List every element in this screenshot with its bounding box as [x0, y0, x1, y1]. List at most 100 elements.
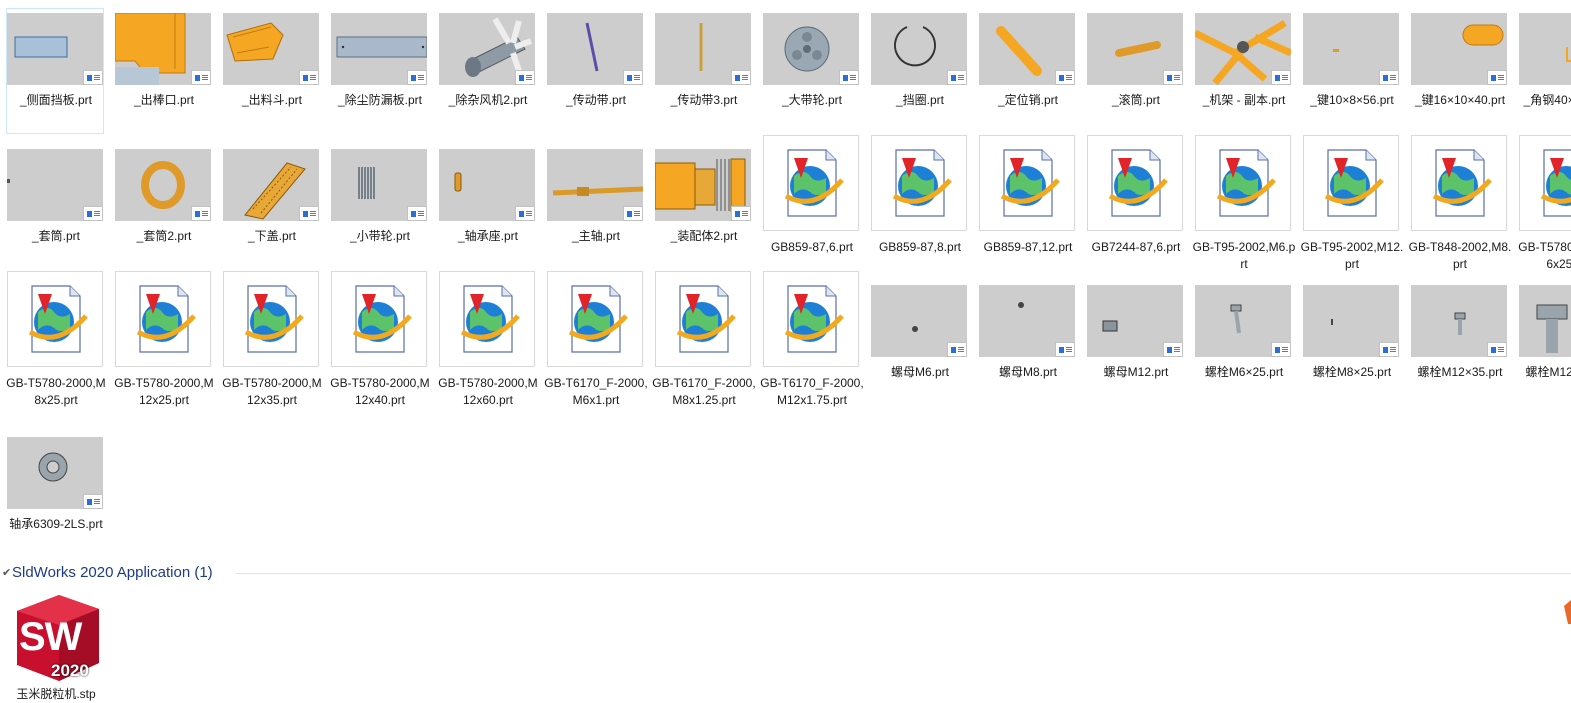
app-file-tile[interactable]: SW 2020 玉米脱粒机.stp	[6, 592, 104, 701]
document-icon	[1519, 135, 1571, 231]
file-tile[interactable]: GB-T95-2002,M6.prt	[1193, 135, 1295, 271]
file-name: 螺母M8.prt	[998, 365, 1057, 379]
file-tile[interactable]: _主轴.prt	[546, 144, 644, 270]
file-tile[interactable]: _挡圈.prt	[870, 8, 968, 134]
file-thumbnail	[1195, 13, 1291, 85]
file-type-icon	[1379, 70, 1399, 85]
file-tile[interactable]: GB-T5780-2000,M8x25.prt	[6, 271, 106, 407]
file-tile[interactable]: GB-T848-2002,M8.prt	[1409, 135, 1511, 271]
file-type-icon	[407, 206, 427, 221]
file-thumbnail	[547, 13, 643, 85]
file-thumbnail	[979, 13, 1075, 85]
file-name: _主轴.prt	[571, 229, 620, 243]
file-tile[interactable]: GB859-87,6.prt	[762, 135, 860, 270]
file-name: 螺母M6.prt	[890, 365, 949, 379]
file-tile[interactable]: _滚筒.prt	[1086, 8, 1184, 134]
file-tile[interactable]: GB-T95-2002,M12.prt	[1301, 135, 1403, 271]
file-name: GB-T5780-2000,M12x35.prt	[222, 376, 322, 407]
file-tile[interactable]: _小带轮.prt	[330, 144, 428, 270]
file-tile[interactable]: GB-T5780-2000,M12x35.prt	[222, 271, 322, 407]
file-type-icon	[947, 70, 967, 85]
file-name: _小带轮.prt	[349, 229, 410, 243]
sw-2020-icon: SW 2020	[11, 593, 101, 685]
file-tile[interactable]: _套筒2.prt	[114, 144, 212, 270]
file-type-icon	[1379, 342, 1399, 357]
file-tile[interactable]: GB-T6170_F-2000,M8x1.25.prt	[652, 271, 756, 407]
file-tile[interactable]: 螺栓M6×25.prt	[1194, 280, 1292, 406]
file-thumbnail	[223, 149, 319, 221]
file-name: 玉米脱粒机.stp	[16, 687, 96, 701]
file-tile[interactable]: GB7244-87,6.prt	[1086, 135, 1184, 270]
file-thumbnail	[1087, 13, 1183, 85]
file-tile[interactable]: GB-T5780-2000,M12x60.prt	[438, 271, 538, 407]
file-tile[interactable]: 螺母M6.prt	[870, 280, 968, 406]
file-thumbnail	[979, 285, 1075, 357]
file-type-icon	[299, 70, 319, 85]
file-thumbnail	[1303, 285, 1399, 357]
file-tile[interactable]: _机架 - 副本.prt	[1194, 8, 1292, 134]
file-name: 螺栓M12×60.prt	[1525, 365, 1571, 379]
file-type-icon	[947, 342, 967, 357]
file-tile[interactable]: GB859-87,8.prt	[870, 135, 968, 270]
file-name: _装配体2.prt	[670, 229, 738, 243]
file-tile[interactable]: _键16×10×40.prt	[1410, 8, 1508, 134]
file-tile[interactable]: _除杂风机2.prt	[438, 8, 536, 134]
file-tile[interactable]: 螺母M8.prt	[978, 280, 1076, 406]
file-tile[interactable]: _轴承座.prt	[438, 144, 536, 270]
file-thumbnail	[1411, 285, 1507, 357]
file-type-icon	[1487, 342, 1507, 357]
file-tile[interactable]: _除尘防漏板.prt	[330, 8, 428, 134]
file-tile[interactable]: _传动带.prt	[546, 8, 644, 134]
file-type-icon	[299, 206, 319, 221]
file-name: _键10×8×56.prt	[1310, 93, 1394, 107]
document-icon	[763, 271, 859, 367]
file-tile[interactable]: GB-T6170_F-2000,M6x1.prt	[544, 271, 648, 407]
file-thumbnail	[1411, 13, 1507, 85]
file-thumbnail	[871, 13, 967, 85]
file-tile[interactable]: _侧面挡板.prt	[6, 8, 104, 134]
file-tile[interactable]: 螺栓M12×35.prt	[1410, 280, 1508, 406]
file-name: GB859-87,8.prt	[878, 240, 962, 254]
chevron-down-icon[interactable]: ✔	[2, 564, 12, 582]
file-tile[interactable]: GB-T5780-2000,M6x25.prt	[1518, 135, 1571, 271]
file-name: 螺栓M6×25.prt	[1204, 365, 1284, 379]
document-icon	[115, 271, 211, 367]
file-tile[interactable]: 轴承6309-2LS.prt	[6, 432, 104, 558]
file-tile[interactable]: _角钢40×4×5.prt	[1518, 8, 1571, 134]
file-tile[interactable]: 螺栓M8×25.prt	[1302, 280, 1400, 406]
file-type-icon	[1055, 342, 1075, 357]
document-icon	[1087, 135, 1183, 231]
file-type-icon	[731, 70, 751, 85]
file-name: _机架 - 副本.prt	[1202, 93, 1286, 107]
file-tile[interactable]: _传动带3.prt	[654, 8, 752, 134]
file-tile[interactable]: 螺母M12.prt	[1086, 280, 1184, 406]
document-icon	[655, 271, 751, 367]
file-name: 螺栓M8×25.prt	[1312, 365, 1392, 379]
file-name: _出棒口.prt	[133, 93, 194, 107]
document-icon	[331, 271, 427, 367]
file-tile[interactable]: GB-T6170_F-2000,M12x1.75.prt	[760, 271, 864, 407]
file-tile[interactable]: _下盖.prt	[222, 144, 320, 270]
file-tile[interactable]: _大带轮.prt	[762, 8, 860, 134]
document-icon	[1195, 135, 1291, 231]
file-tile[interactable]: GB859-87,12.prt	[978, 135, 1076, 270]
file-tile[interactable]: _键10×8×56.prt	[1302, 8, 1400, 134]
file-tile[interactable]: GB-T5780-2000,M12x40.prt	[330, 271, 430, 407]
file-name: GB-T6170_F-2000,M8x1.25.prt	[652, 376, 756, 407]
file-name: _侧面挡板.prt	[19, 93, 92, 107]
file-type-icon	[1055, 70, 1075, 85]
sw-letters: SW	[19, 615, 82, 659]
file-tile[interactable]: _出料斗.prt	[222, 8, 320, 134]
file-thumbnail	[763, 13, 859, 85]
file-tile[interactable]: _套筒.prt	[6, 144, 104, 270]
file-thumbnail	[7, 437, 103, 509]
file-tile[interactable]: 螺栓M12×60.prt	[1518, 280, 1571, 406]
group-divider	[236, 573, 1571, 574]
file-tile[interactable]: _定位销.prt	[978, 8, 1076, 134]
group-header[interactable]: ✔SldWorks 2020 Application (1)	[2, 564, 213, 582]
file-tile[interactable]: _装配体2.prt	[654, 144, 752, 270]
file-type-icon	[839, 70, 859, 85]
file-tile[interactable]: GB-T5780-2000,M12x25.prt	[114, 271, 214, 407]
file-thumbnail	[655, 149, 751, 221]
file-tile[interactable]: _出棒口.prt	[114, 8, 212, 134]
